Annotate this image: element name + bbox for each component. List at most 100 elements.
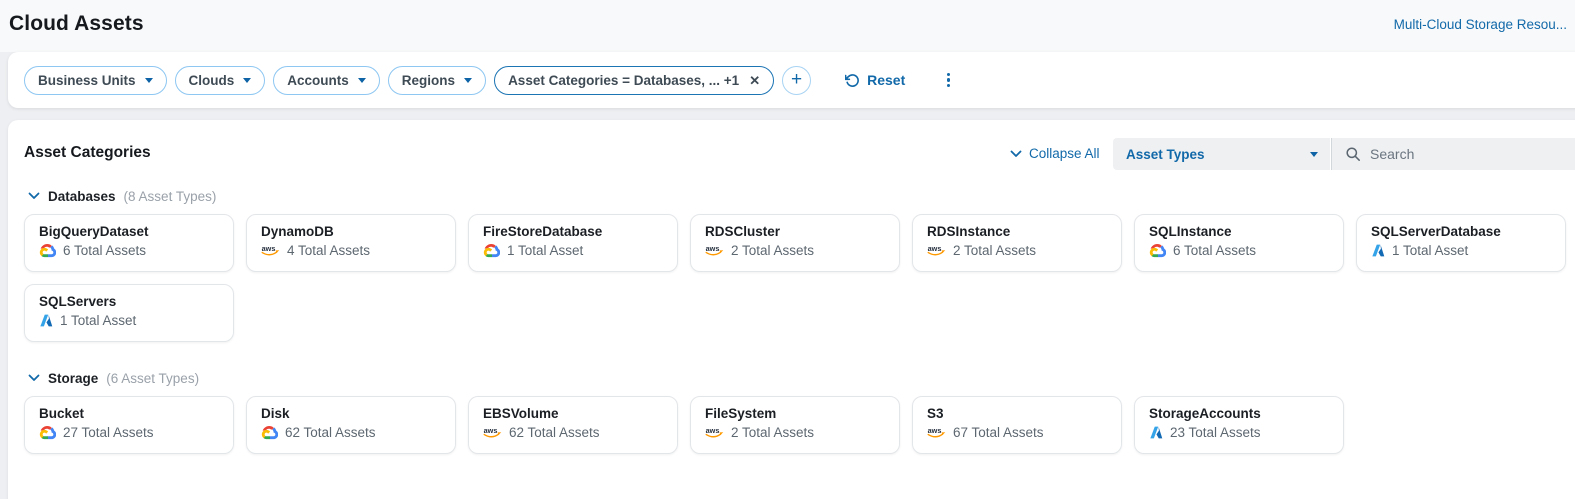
- gcp-cloud-icon: [483, 244, 500, 258]
- more-options-icon[interactable]: [943, 69, 954, 92]
- asset-count-row: 6 Total Assets: [39, 243, 219, 258]
- asset-type-title: RDSInstance: [927, 224, 1107, 239]
- asset-type-title: SQLServers: [39, 294, 219, 309]
- gcp-cloud-icon: [1149, 244, 1166, 258]
- asset-count-label: 6 Total Assets: [1173, 243, 1256, 258]
- aws-icon: aws: [927, 426, 946, 439]
- asset-categories-panel: Asset Categories Collapse All Asset Type…: [8, 120, 1575, 499]
- asset-count-label: 2 Total Assets: [731, 243, 814, 258]
- filter-bar: Business Units Clouds Accounts Regions Asse…: [8, 52, 1575, 108]
- page-header: Cloud Assets Multi-Cloud Storage Resou..…: [0, 0, 1575, 52]
- filter-pill-label: Regions: [402, 73, 455, 88]
- chevron-down-icon: [358, 78, 366, 83]
- chevron-down-icon: [28, 374, 40, 382]
- asset-count-row: 27 Total Assets: [39, 425, 219, 440]
- asset-count-label: 1 Total Asset: [507, 243, 583, 258]
- asset-type-title: SQLServerDatabase: [1371, 224, 1551, 239]
- card-grid-databases: BigQueryDataset 6 Total Assets DynamoDB aws…: [24, 214, 1571, 342]
- asset-count-label: 67 Total Assets: [953, 425, 1044, 440]
- asset-type-title: FileSystem: [705, 406, 885, 421]
- asset-type-title: BigQueryDataset: [39, 224, 219, 239]
- asset-type-title: RDSCluster: [705, 224, 885, 239]
- asset-count-label: 2 Total Assets: [953, 243, 1036, 258]
- asset-type-title: DynamoDB: [261, 224, 441, 239]
- asset-type-title: Disk: [261, 406, 441, 421]
- asset-card-sqlinstance[interactable]: SQLInstance 6 Total Assets: [1134, 214, 1344, 272]
- filter-pill-regions[interactable]: Regions: [388, 66, 486, 95]
- asset-card-dynamodb[interactable]: DynamoDB aws 4 Total Assets: [246, 214, 456, 272]
- asset-count-label: 62 Total Assets: [509, 425, 600, 440]
- asset-count-row: 1 Total Asset: [39, 313, 219, 328]
- asset-card-bucket[interactable]: Bucket 27 Total Assets: [24, 396, 234, 454]
- svg-text:aws: aws: [706, 426, 720, 435]
- reset-icon: [845, 73, 860, 88]
- asset-type-title: EBSVolume: [483, 406, 663, 421]
- azure-icon: [1371, 244, 1385, 257]
- asset-count-label: 1 Total Asset: [60, 313, 136, 328]
- gcp-cloud-icon: [39, 244, 56, 258]
- section-header-databases[interactable]: Databases (8 Asset Types): [28, 186, 1571, 206]
- asset-card-ebsvolume[interactable]: EBSVolume aws62 Total Assets: [468, 396, 678, 454]
- filter-pill-label: Clouds: [189, 73, 235, 88]
- aws-icon: aws: [705, 244, 724, 257]
- section-header-storage[interactable]: Storage (6 Asset Types): [28, 368, 1571, 388]
- active-filter-pill-asset-categories[interactable]: Asset Categories = Databases, ... +1 ✕: [494, 66, 774, 95]
- chevron-down-icon: [28, 192, 40, 200]
- add-filter-button[interactable]: +: [782, 66, 811, 95]
- chevron-down-icon: [145, 78, 153, 83]
- filter-pill-accounts[interactable]: Accounts: [273, 66, 380, 95]
- asset-count-row: 1 Total Asset: [1371, 243, 1551, 258]
- section-databases: Databases (8 Asset Types) BigQueryDataset 6…: [24, 186, 1571, 342]
- asset-count-row: aws62 Total Assets: [483, 425, 663, 440]
- svg-text:aws: aws: [262, 244, 276, 253]
- svg-text:aws: aws: [928, 244, 942, 253]
- aws-icon: aws: [927, 244, 946, 257]
- asset-card-bigquerydataset[interactable]: BigQueryDataset 6 Total Assets: [24, 214, 234, 272]
- gcp-cloud-icon: [261, 426, 278, 440]
- asset-card-rdsinstance[interactable]: RDSInstance aws 2 Total Assets: [912, 214, 1122, 272]
- aws-icon: aws: [261, 244, 280, 257]
- asset-count-label: 6 Total Assets: [63, 243, 146, 258]
- asset-count-row: 1 Total Asset: [483, 243, 663, 258]
- asset-type-title: S3: [927, 406, 1107, 421]
- asset-count-label: 23 Total Assets: [1170, 425, 1261, 440]
- section-count: (6 Asset Types): [106, 371, 199, 386]
- asset-count-row: aws 2 Total Assets: [927, 243, 1107, 258]
- filter-pill-business-units[interactable]: Business Units: [24, 66, 167, 95]
- section-count: (8 Asset Types): [124, 189, 217, 204]
- asset-count-row: 6 Total Assets: [1149, 243, 1329, 258]
- reset-label: Reset: [867, 72, 905, 88]
- asset-count-row: aws 67 Total Assets: [927, 425, 1107, 440]
- filter-pill-clouds[interactable]: Clouds: [175, 66, 266, 95]
- filter-pill-label: Business Units: [38, 73, 136, 88]
- asset-card-disk[interactable]: Disk62 Total Assets: [246, 396, 456, 454]
- asset-type-title: StorageAccounts: [1149, 406, 1329, 421]
- asset-card-firestoredatabase[interactable]: FireStoreDatabase 1 Total Asset: [468, 214, 678, 272]
- asset-type-title: Bucket: [39, 406, 219, 421]
- asset-card-filesystem[interactable]: FileSystemaws2 Total Assets: [690, 396, 900, 454]
- filter-pills: Business Units Clouds Accounts Regions: [24, 66, 486, 95]
- gcp-cloud-icon: [39, 426, 56, 440]
- multi-cloud-storage-link[interactable]: Multi-Cloud Storage Resou...: [1394, 17, 1567, 32]
- asset-count-label: 1 Total Asset: [1392, 243, 1468, 258]
- asset-count-label: 4 Total Assets: [287, 243, 370, 258]
- asset-card-s3[interactable]: S3 aws 67 Total Assets: [912, 396, 1122, 454]
- asset-card-sqlservers[interactable]: SQLServers 1 Total Asset: [24, 284, 234, 342]
- svg-text:aws: aws: [928, 426, 942, 435]
- asset-card-sqlserverdatabase[interactable]: SQLServerDatabase 1 Total Asset: [1356, 214, 1566, 272]
- asset-count-row: 23 Total Assets: [1149, 425, 1329, 440]
- asset-card-rdscluster[interactable]: RDSCluster aws 2 Total Assets: [690, 214, 900, 272]
- filter-pill-label: Accounts: [287, 73, 349, 88]
- sections: Databases (8 Asset Types) BigQueryDataset 6…: [8, 120, 1575, 474]
- svg-text:aws: aws: [706, 244, 720, 253]
- section-storage: Storage (6 Asset Types) Bucket 27 Total Ass…: [24, 368, 1571, 454]
- section-name: Storage: [48, 371, 98, 386]
- reset-filters-button[interactable]: Reset: [845, 72, 905, 88]
- asset-type-title: SQLInstance: [1149, 224, 1329, 239]
- asset-count-label: 27 Total Assets: [63, 425, 154, 440]
- asset-card-storageaccounts[interactable]: StorageAccounts 23 Total Assets: [1134, 396, 1344, 454]
- chevron-down-icon: [243, 78, 251, 83]
- asset-type-title: FireStoreDatabase: [483, 224, 663, 239]
- section-name: Databases: [48, 189, 116, 204]
- close-icon[interactable]: ✕: [749, 74, 760, 87]
